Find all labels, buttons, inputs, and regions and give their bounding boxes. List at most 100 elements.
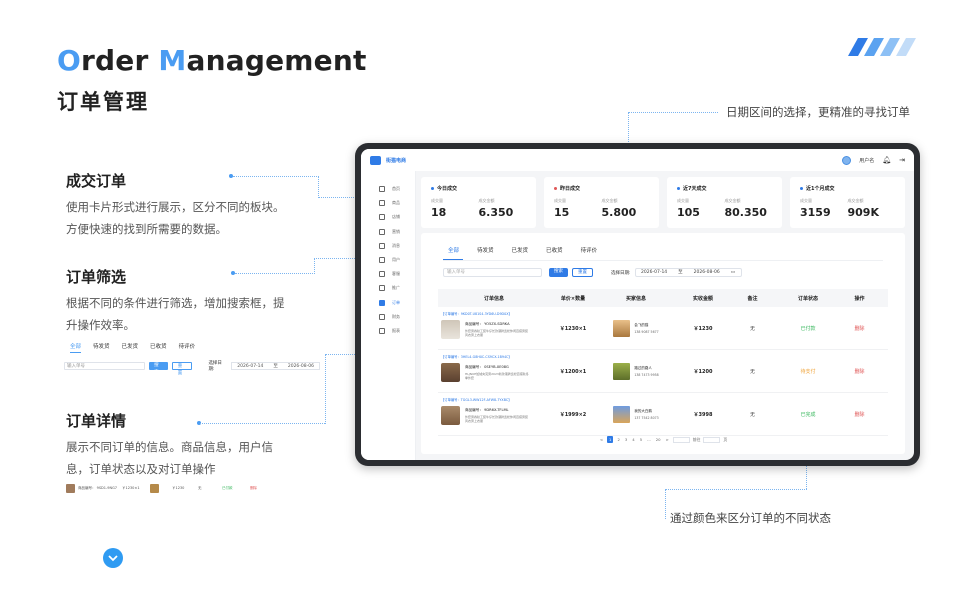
sidebar-item-home[interactable]: 首页: [361, 182, 415, 196]
sidebar: 首页 商品 店铺 营销 消息 用户 客服 推广 订单 财务 报表: [361, 171, 416, 460]
section-desc-filter: 根据不同的条件进行筛选，增加搜索框，提升操作效率。: [66, 296, 285, 332]
page-button[interactable]: 4: [631, 437, 635, 442]
order-id[interactable]: 【订单编号：TGGL3-WW12F-AFW8-7YXBC】: [441, 397, 512, 402]
callout-line: [233, 176, 319, 177]
callout-line: [665, 489, 807, 490]
date-label: 选择日期:: [611, 270, 631, 276]
user-name[interactable]: 用户名: [859, 157, 874, 164]
status-color-note: 通过颜色来区分订单的不同状态: [670, 511, 831, 525]
product-image: [441, 363, 460, 382]
status-badge: 已完成: [800, 411, 816, 418]
delete-button[interactable]: 删除: [841, 411, 878, 418]
sidebar-item-orders[interactable]: 订单: [361, 296, 415, 310]
mini-search-button: 搜索: [149, 362, 168, 375]
section-title-deals: 成交订单: [66, 172, 127, 190]
delete-button[interactable]: 删除: [841, 325, 878, 332]
sidebar-item-marketing[interactable]: 营销: [361, 225, 415, 239]
stripes-decoration-icon: [848, 38, 916, 56]
page-button[interactable]: 2: [616, 437, 620, 442]
page-button[interactable]: 5: [639, 437, 643, 442]
stat-dot: [431, 187, 434, 190]
tab-all[interactable]: 全部: [448, 246, 459, 254]
avatar[interactable]: [842, 155, 852, 165]
mini-tab: 待发货: [93, 344, 110, 350]
sidebar-label: 消息: [392, 242, 400, 248]
buyer-phone: 138 7473 9958: [634, 372, 659, 377]
order-id[interactable]: 【订单编号：9KD0T-U81S4-3YD6U-D9D0X】: [441, 311, 512, 316]
search-button[interactable]: 搜索: [549, 268, 568, 277]
tab-received[interactable]: 已收货: [546, 246, 563, 254]
date-sep: 至: [678, 270, 683, 275]
page-next-button[interactable]: >: [665, 437, 670, 442]
product-code: 商品编号： YO5ZX-SDRKA: [465, 322, 510, 326]
page-prev-button[interactable]: <: [599, 437, 604, 442]
sidebar-label: 首页: [392, 186, 400, 192]
tab-shipped[interactable]: 已发货: [512, 246, 529, 254]
product-image: [441, 406, 460, 425]
product-icon: [379, 200, 385, 207]
goto-prefix: 前往: [692, 436, 701, 442]
mini-buyer-image: [150, 483, 159, 493]
stat-dot: [554, 187, 557, 190]
date-range-picker[interactable]: 2026-07-14 至 2026-08-06 ▭: [634, 268, 742, 277]
mini-tab: 全部: [70, 342, 82, 353]
mini-tab: 已发货: [121, 344, 139, 350]
section-title-detail: 订单详情: [66, 412, 127, 430]
scroll-down-button[interactable]: [103, 548, 123, 568]
sidebar-item-promotion[interactable]: 推广: [361, 281, 415, 295]
reset-button[interactable]: 重置: [572, 268, 593, 277]
product-image: [441, 320, 460, 339]
callout-line: [318, 176, 319, 198]
order-icon: [379, 299, 385, 306]
tablet-frame: 街猫电商 用户名 🔔︎ ⇥ 首页 商品 店铺 营销 消息 用户 客服 推广 订单…: [355, 143, 920, 466]
delete-button[interactable]: 删除: [841, 368, 878, 375]
mini-delete: 删除: [250, 485, 257, 490]
sidebar-item-messages[interactable]: 消息: [361, 239, 415, 253]
marketing-icon: [379, 228, 385, 235]
sidebar-label: 报表: [392, 327, 400, 333]
stat-amount: 80.350: [724, 206, 767, 219]
app-screen: 街猫电商 用户名 🔔︎ ⇥ 首页 商品 店铺 营销 消息 用户 客服 推广 订单…: [361, 149, 914, 460]
sidebar-item-products[interactable]: 商品: [361, 196, 415, 210]
page-size-select[interactable]: [672, 436, 690, 443]
sidebar-item-users[interactable]: 用户: [361, 253, 415, 267]
col-action: 操作: [854, 295, 865, 302]
col-order-info: 订单信息: [483, 295, 504, 302]
sidebar-item-finance[interactable]: 财务: [361, 310, 415, 324]
buyer-avatar: [613, 362, 631, 380]
page-button[interactable]: 1: [607, 436, 614, 443]
stat-count-label: 成交量: [431, 198, 443, 203]
sidebar-item-store[interactable]: 店铺: [361, 210, 415, 224]
stat-count: 105: [677, 206, 700, 219]
page-button[interactable]: 3: [624, 437, 628, 442]
tab-to-review[interactable]: 待评价: [581, 246, 598, 254]
filter-preview: 全部 待发货 已发货 已收货 待评价 输入单号 搜索 重置 选择日期: 2026…: [64, 342, 320, 378]
mini-remark: 无: [198, 485, 202, 490]
tab-to-ship[interactable]: 待发货: [477, 246, 494, 254]
sidebar-item-reports[interactable]: 报表: [361, 324, 415, 338]
bell-icon[interactable]: 🔔︎: [882, 156, 891, 164]
buyer-name: 我的大白鹅: [634, 408, 652, 413]
stat-title: 昨日成交: [560, 186, 581, 192]
product-desc: HLJNUE加绒夹克男2023新款潮牌宽松百搭秋冬季外套: [465, 372, 529, 381]
home-icon: [379, 186, 385, 193]
mini-product-image: [66, 483, 75, 493]
message-icon: [379, 242, 385, 249]
title-initial-o: O: [57, 44, 82, 77]
location-icon: [379, 285, 385, 292]
goto-page-input[interactable]: [703, 436, 721, 443]
date-start: 2026-07-14: [641, 270, 668, 275]
sidebar-item-service[interactable]: 客服: [361, 267, 415, 281]
date-end: 2026-08-06: [693, 270, 720, 275]
page-button[interactable]: 20: [655, 437, 662, 442]
mini-amount: ￥1230: [172, 485, 185, 490]
order-id[interactable]: 【订单编号：3HEL4-G8H0C-CS9CX-1B94C】: [441, 354, 512, 359]
sidebar-label: 营销: [392, 228, 400, 234]
logout-icon[interactable]: ⇥: [899, 156, 905, 164]
section-desc-deals: 使用卡片形式进行展示，区分不同的板块。方便快速的找到所需要的数据。: [66, 200, 285, 236]
callout-line: [628, 112, 718, 113]
table-header: 订单信息 单价×数量 买家信息 实收金额 备注 订单状态 操作: [438, 289, 888, 307]
mini-search-input: 输入单号: [64, 362, 146, 370]
page-title-en: Order Management: [57, 44, 367, 77]
order-search-input[interactable]: 输入单号: [443, 268, 542, 277]
